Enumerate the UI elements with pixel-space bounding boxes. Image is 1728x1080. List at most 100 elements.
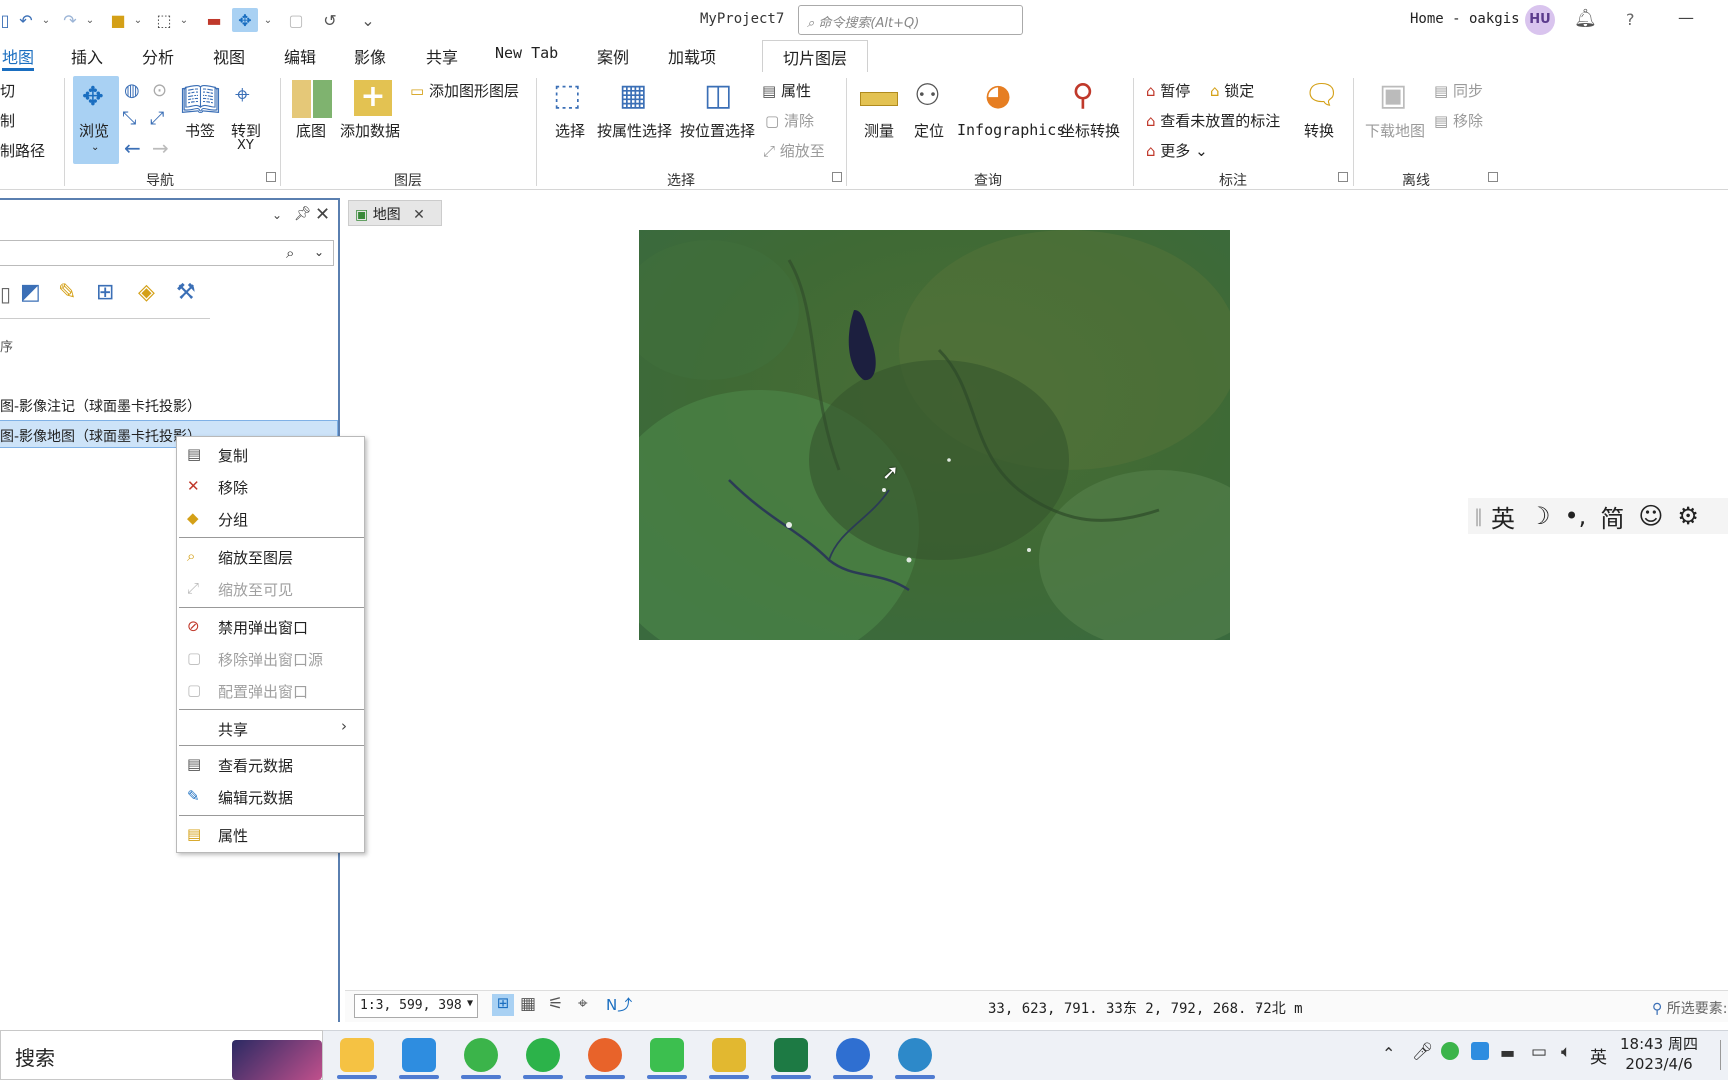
wechat-icon[interactable] [650, 1038, 684, 1072]
tab-addins[interactable]: 加载项 [668, 44, 716, 68]
list-by-snapping-icon[interactable]: ⚒ [176, 280, 196, 305]
microphone-icon[interactable]: 🎤︎ [1412, 1042, 1434, 1062]
map-search-icon[interactable] [898, 1038, 932, 1072]
bookmarks-button[interactable]: 📖︎ 书签 [180, 78, 221, 158]
lock-labeling-button[interactable]: ⌂ 锁定 [1210, 80, 1254, 101]
account-label[interactable]: Home - oakgis [1410, 11, 1520, 27]
pane-options-icon[interactable]: ⌄ [272, 208, 282, 222]
select-dropdown-icon[interactable]: ⌄ [178, 8, 190, 32]
table-view-icon[interactable]: ▦ [520, 994, 536, 1014]
menu-item-copy[interactable]: ▤ 复制 [177, 439, 364, 469]
add-data-button[interactable]: + 添加数据 [340, 78, 410, 158]
taskbar-ime-indicator[interactable]: 英 [1590, 1043, 1607, 1068]
list-by-drawing-order-icon[interactable]: ▯ [0, 282, 11, 306]
network-icon[interactable]: ▭ [1531, 1042, 1547, 1062]
goto-xy-button[interactable]: ⌖ 转到 XY [229, 78, 265, 158]
group-launcher-icon[interactable] [1338, 172, 1348, 182]
360-browser-icon[interactable] [526, 1038, 560, 1072]
avatar[interactable]: HU [1525, 5, 1555, 35]
add-graphics-layer-button[interactable]: ▭ 添加图形图层 [410, 80, 519, 101]
add-data-quick-icon[interactable]: ■ [106, 8, 130, 32]
redo-icon[interactable]: ↷ [58, 8, 82, 32]
satellite-image[interactable] [639, 230, 1230, 640]
coordinate-conversion-button[interactable]: ⚲ 坐标转换 [1058, 78, 1124, 158]
zoom-out-fixed-icon[interactable]: ⤢ [150, 108, 164, 129]
list-by-selection-icon[interactable]: ⊞ [96, 280, 114, 305]
feishu-icon[interactable] [402, 1038, 436, 1072]
list-by-source-icon[interactable]: ◩ [20, 280, 41, 305]
fixed-zoom-icon[interactable]: ⊙ [152, 80, 167, 101]
tab-cases[interactable]: 案例 [597, 44, 629, 68]
select-by-location-button[interactable]: ◫ 按位置选择 [680, 78, 762, 158]
menu-item-group[interactable]: ◆ 分组 [177, 503, 364, 533]
group-launcher-icon[interactable] [832, 172, 842, 182]
basemap-button[interactable]: 底图 [290, 78, 334, 158]
search-tool-icon[interactable] [712, 1038, 746, 1072]
customize-quick-access-icon[interactable]: ⌄ [356, 8, 380, 32]
ime-language-toggle[interactable]: 英 [1491, 499, 1515, 534]
select-by-attributes-button[interactable]: ▦ 按属性选择 [597, 78, 679, 158]
add-data-dropdown-icon[interactable]: ⌄ [132, 8, 144, 32]
minimize-button[interactable]: — [1678, 8, 1694, 27]
north-arrow-icon[interactable]: N⤴ [606, 994, 632, 1015]
explore-quick-icon[interactable]: ✥ [232, 8, 258, 32]
taskbar-clock[interactable]: 18:43 周四 2023/4/6 [1620, 1034, 1698, 1074]
pause-labeling-button[interactable]: ⌂ 暂停 [1146, 80, 1190, 101]
tab-view[interactable]: 视图 [213, 44, 245, 68]
group-launcher-icon[interactable] [266, 172, 276, 182]
infographics-button[interactable]: ◕ Infographics [955, 78, 1065, 158]
undo-dropdown-icon[interactable]: ⌄ [40, 8, 52, 32]
tray-expand-icon[interactable]: ⌃ [1382, 1044, 1395, 1063]
attributes-button[interactable]: ▤ 属性 [762, 80, 811, 101]
tray-app-icon[interactable] [1471, 1042, 1489, 1060]
explore-dropdown-icon[interactable]: ⌄ [262, 8, 274, 32]
tab-insert[interactable]: 插入 [71, 44, 103, 68]
menu-item-share[interactable]: 共享 › [177, 713, 364, 743]
close-icon[interactable]: ✕ [315, 204, 330, 225]
menu-item-zoom-to-layer[interactable]: ⌕ 缩放至图层 [177, 541, 364, 571]
undo-icon[interactable]: ↶ [14, 8, 38, 32]
toolbox-icon[interactable]: ▬ [202, 8, 226, 32]
tab-new-tab[interactable]: New Tab [495, 44, 558, 62]
map-tab[interactable]: ▣ 地图 ✕ [348, 200, 442, 226]
firefox-icon[interactable] [588, 1038, 622, 1072]
drag-handle-icon[interactable]: ‖ [1474, 506, 1483, 527]
grid-toggle-icon[interactable]: ⊞ [492, 994, 514, 1016]
bell-icon[interactable]: 🔔︎ [1574, 8, 1597, 29]
more-labeling-button[interactable]: ⌂ 更多 ⌄ [1146, 140, 1208, 161]
group-launcher-icon[interactable] [1488, 172, 1498, 182]
close-tab-icon[interactable]: ✕ [413, 207, 425, 223]
settings-icon[interactable]: ⚙ [1677, 502, 1699, 530]
list-by-labeling-icon[interactable]: ◈ [138, 280, 155, 305]
pin-icon[interactable]: 📌︎ [294, 206, 312, 222]
select-button[interactable]: ⬚ 选择 [551, 78, 591, 158]
convert-labels-button[interactable]: 🗨︎ 转换 [1300, 78, 1340, 158]
file-explorer-icon[interactable] [340, 1038, 374, 1072]
next-extent-icon[interactable]: → [152, 136, 169, 160]
select-quick-icon[interactable]: ⬚ [152, 8, 176, 32]
excel-icon[interactable] [774, 1038, 808, 1072]
punctuation-icon[interactable]: •, [1565, 502, 1587, 530]
tab-edit[interactable]: 编辑 [284, 44, 316, 68]
view-unplaced-button[interactable]: ⌂ 查看未放置的标注 [1146, 110, 1280, 131]
list-by-editing-icon[interactable]: ✎ [58, 280, 76, 305]
volume-icon[interactable]: 🔈︎ [1561, 1042, 1571, 1062]
crosshair-icon[interactable]: ⌖ [578, 994, 588, 1014]
menu-item-disable-popups[interactable]: ⊘ 禁用弹出窗口 [177, 611, 364, 641]
moon-icon[interactable]: ☽ [1529, 502, 1551, 530]
full-extent-icon[interactable]: ◍ [124, 80, 140, 101]
contents-search-input[interactable]: ⌕ ⌄ [0, 240, 334, 266]
copy-button[interactable]: 制 [0, 110, 15, 131]
show-desktop-button[interactable] [1720, 1040, 1728, 1070]
locate-button[interactable]: ⚇ 定位 [910, 78, 950, 158]
snapping-icon[interactable]: ⚟ [548, 994, 563, 1014]
menu-item-edit-metadata[interactable]: ✎ 编辑元数据 [177, 781, 364, 811]
measure-button[interactable]: 测量 [858, 78, 902, 158]
emoji-icon[interactable]: ☺ [1638, 502, 1663, 530]
tab-share[interactable]: 共享 [426, 44, 458, 68]
explore-button[interactable]: ✥ 浏览 ⌄ [73, 76, 119, 164]
tab-analysis[interactable]: 分析 [142, 44, 174, 68]
tab-imagery[interactable]: 影像 [354, 44, 386, 68]
menu-item-remove[interactable]: ✕ 移除 [177, 471, 364, 501]
coordinate-format-dropdown[interactable]: ⌄ [1254, 998, 1264, 1012]
